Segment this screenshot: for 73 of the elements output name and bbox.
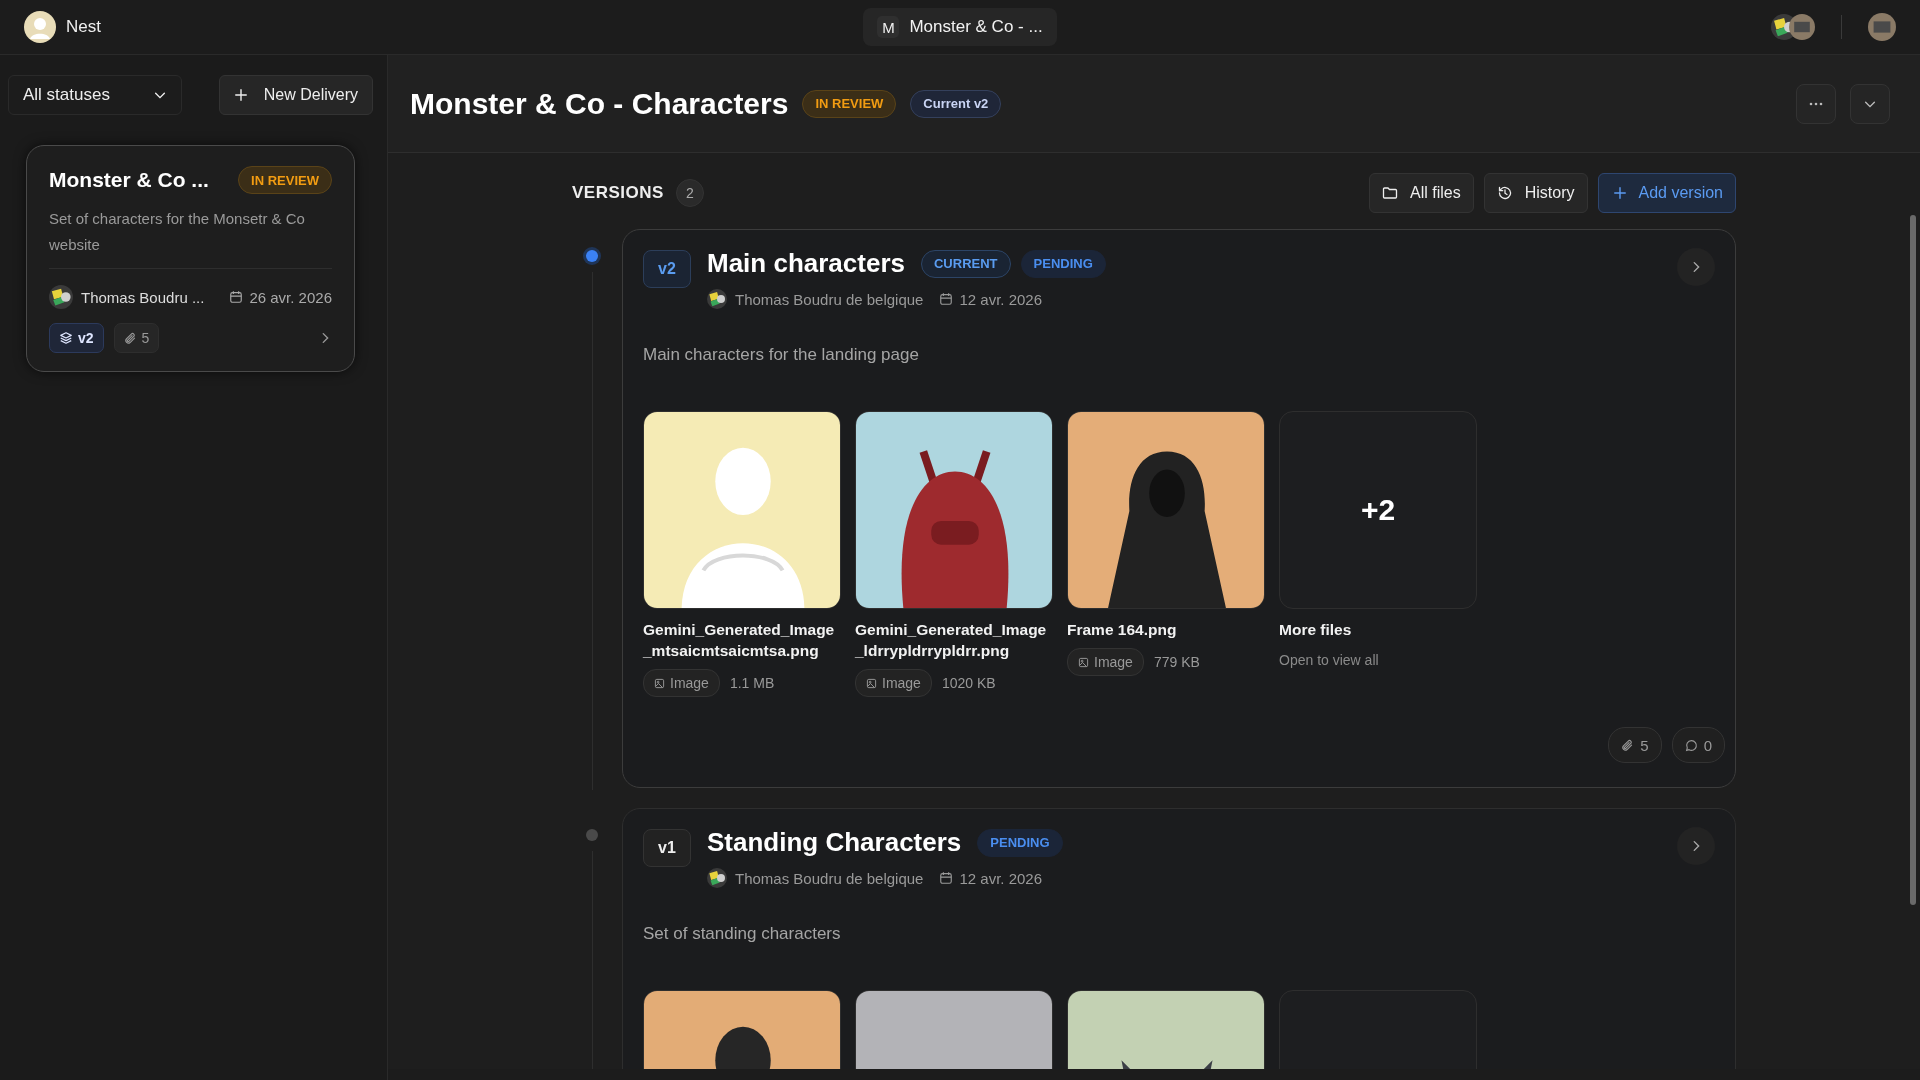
delivery-card[interactable]: Monster & Co ... IN REVIEW Set of characters for the Monsetr & Co website Thomas Boudru ... 26 avr. 2026 v2 5 — [26, 145, 355, 372]
attachment-count: 5 — [113, 323, 160, 353]
file-name: Gemini_Generated_Image_mtsaicmtsaicmtsa.png — [643, 620, 836, 661]
version-chip: v2 — [49, 323, 104, 353]
delivery-title: Monster & Co ... — [49, 168, 209, 192]
more-icon — [1809, 101, 1823, 106]
project-switcher[interactable]: M Monster & Co - ... — [863, 8, 1057, 46]
image-icon — [1078, 656, 1089, 668]
folder-icon — [1382, 185, 1399, 201]
avatar-icon — [1789, 14, 1815, 40]
calendar-icon — [229, 290, 244, 304]
calendar-icon — [939, 292, 954, 306]
avatar-icon — [49, 285, 73, 309]
versions-count: 2 — [675, 179, 704, 207]
file-name: Frame 164.png — [1067, 620, 1178, 640]
version-date: 12 avr. 2026 — [959, 869, 1043, 887]
version-tag: v2 — [643, 250, 691, 288]
user-avatar-icon[interactable] — [1868, 13, 1896, 41]
comment-icon — [1684, 738, 1698, 752]
avatar-icon — [707, 289, 727, 309]
image-icon — [866, 677, 877, 689]
delivery-date: 26 avr. 2026 — [249, 288, 332, 306]
more-button[interactable] — [1796, 83, 1836, 124]
new-delivery-button[interactable]: New Delivery — [218, 75, 373, 115]
version-tag: v1 — [643, 829, 691, 867]
file-type-chip: Image — [1067, 648, 1144, 676]
layers-icon — [59, 331, 73, 345]
status-badge: IN REVIEW — [238, 166, 332, 194]
current-version-badge: Current v2 — [910, 89, 1002, 118]
file-size: 779 KB — [1153, 654, 1200, 670]
version-date: 12 avr. 2026 — [959, 290, 1043, 308]
all-files-button[interactable]: All files — [1369, 173, 1474, 213]
version-title: Standing Characters — [707, 827, 962, 858]
history-button[interactable]: History — [1483, 173, 1588, 213]
file-type-chip: Image — [855, 669, 932, 697]
plus-icon — [1612, 186, 1627, 200]
scrollbar[interactable] — [1910, 215, 1916, 905]
open-version-button[interactable] — [1677, 827, 1715, 865]
author-name: Thomas Boudru de belgique — [735, 869, 924, 887]
file-name: Gemini_Generated_Image_ldrrypldrrypldrr.png — [855, 620, 1048, 661]
app-logo-icon[interactable] — [24, 11, 56, 43]
status-badge: PENDING — [977, 828, 1063, 857]
version-description: Set of standing characters — [643, 924, 842, 944]
file-size: 1.1 MB — [729, 675, 775, 691]
version-description: Main characters for the landing page — [643, 345, 920, 365]
attachment-count: 5 — [1608, 727, 1662, 763]
image-icon — [654, 677, 665, 689]
avatar-icon — [707, 868, 727, 888]
delivery-description: Set of characters for the Monsetr & Co website — [49, 206, 332, 269]
add-version-button[interactable]: Add version — [1597, 173, 1736, 213]
status-filter[interactable]: All statuses — [8, 75, 182, 115]
more-files-hint: Open to view all — [1279, 652, 1380, 668]
versions-heading: VERSIONS — [572, 183, 664, 203]
status-badge: IN REVIEW — [802, 89, 897, 118]
plus-icon — [233, 88, 248, 102]
more-files-label: More files — [1279, 620, 1353, 640]
open-version-button[interactable] — [1677, 248, 1715, 286]
more-files-tile[interactable]: +2 — [1279, 411, 1477, 609]
status-badge: PENDING — [1020, 249, 1106, 278]
paperclip-icon — [123, 331, 137, 345]
version-title: Main characters — [707, 248, 905, 279]
status-badge: CURRENT — [921, 249, 1011, 278]
app-name: Nest — [66, 17, 101, 37]
paperclip-icon — [1621, 738, 1635, 752]
comment-count[interactable]: 0 — [1671, 727, 1725, 763]
calendar-icon — [939, 871, 954, 885]
file-type-chip: Image — [643, 669, 720, 697]
expand-button[interactable] — [1850, 83, 1890, 124]
file-size: 1020 KB — [941, 675, 996, 691]
delivery-title: Monster & Co - Characters — [410, 86, 789, 121]
author-name: Thomas Boudru ... — [81, 288, 206, 306]
history-icon — [1496, 185, 1513, 201]
author-name: Thomas Boudru de belgique — [735, 290, 924, 308]
